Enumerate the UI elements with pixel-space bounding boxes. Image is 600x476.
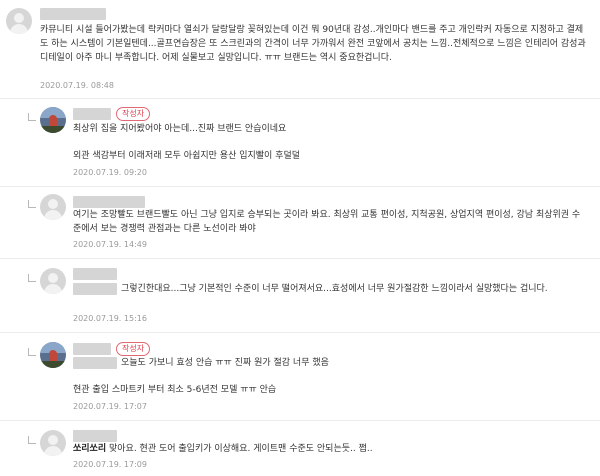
comment-date: 2020.07.19. 09:20: [73, 168, 147, 177]
reply-indicator-icon: [28, 436, 36, 444]
reply-indicator-icon: [28, 348, 36, 356]
divider: [0, 258, 600, 259]
comment-date: 2020.07.19. 14:49: [73, 240, 147, 249]
author-name-redacted[interactable]: [73, 430, 117, 442]
author-name-redacted[interactable]: [40, 8, 106, 20]
avatar[interactable]: [40, 342, 66, 368]
comment-text: 오늘도 가보니 효성 안습 ㅠㅠ 진짜 원가 절감 너무 했음: [73, 356, 583, 370]
avatar[interactable]: [6, 8, 32, 34]
mention-tag[interactable]: 쏘리쏘리: [73, 444, 106, 454]
author-name-redacted[interactable]: [73, 343, 111, 355]
comment-text: 카뮤니티 시설 들어가봤는데 락커마다 열쇠가 달랑달랑 꽂혀있는데 이건 뭐 …: [40, 25, 586, 63]
author-badge: 작성자: [116, 107, 151, 121]
comment-date: 2020.07.19. 17:09: [73, 460, 147, 469]
reply-indicator-icon: [28, 113, 36, 121]
divider: [0, 420, 600, 421]
author-name-redacted[interactable]: [73, 108, 111, 120]
reply-indicator-icon: [28, 274, 36, 282]
avatar[interactable]: [40, 107, 66, 133]
comment-text-body: 그렇긴한대요...그냥 기본적인 수준이 너무 떨어져서요...효성에서 너무 …: [121, 284, 548, 294]
divider: [0, 98, 600, 99]
comment-date: 2020.07.19. 08:48: [40, 81, 114, 90]
author-badge: 작성자: [116, 342, 151, 356]
comment-date: 2020.07.19. 17:07: [73, 402, 147, 411]
reply-indicator-icon: [28, 200, 36, 208]
divider: [0, 186, 600, 187]
divider: [0, 332, 600, 333]
comment-date: 2020.07.19. 15:16: [73, 314, 147, 323]
comment-thread: 카뮤니티 시설 들어가봤는데 락커마다 열쇠가 달랑달랑 꽂혀있는데 이건 뭐 …: [0, 0, 600, 476]
comment-text: 쏘리쏘리 맞아요. 현관 도어 출입키가 이상해요. 게이트맨 수준도 안되는듯…: [73, 442, 583, 456]
avatar[interactable]: [40, 194, 66, 220]
avatar[interactable]: [40, 430, 66, 456]
author-name-redacted[interactable]: [73, 268, 117, 280]
author-name-redacted[interactable]: [73, 196, 145, 208]
comment-text: 그렇긴한대요...그냥 기본적인 수준이 너무 떨어져서요...효성에서 너무 …: [73, 282, 583, 296]
comment-text-body: 오늘도 가보니 효성 안습 ㅠㅠ 진짜 원가 절감 너무 했음: [121, 358, 329, 368]
comment-text: 여기는 조망빨도 브랜드빨도 아닌 그냥 입지로 승부되는 곳이라 봐요. 최상…: [73, 210, 581, 234]
comment-text: 외관 색감부터 이래저래 모두 아쉽지만 용산 입지빨이 후덜덜: [73, 151, 301, 161]
comment-text: 최상위 집을 지어봤어야 아는데...진짜 브랜드 안습이네요: [73, 124, 287, 134]
comment-text-body: 맞아요. 현관 도어 출입키가 이상해요. 게이트맨 수준도 안되는듯.. 쩝.…: [106, 444, 373, 454]
avatar[interactable]: [40, 268, 66, 294]
comment-text: 현관 출입 스마트키 부터 최소 5-6년전 모델 ㅠㅠ 안습: [73, 385, 277, 395]
